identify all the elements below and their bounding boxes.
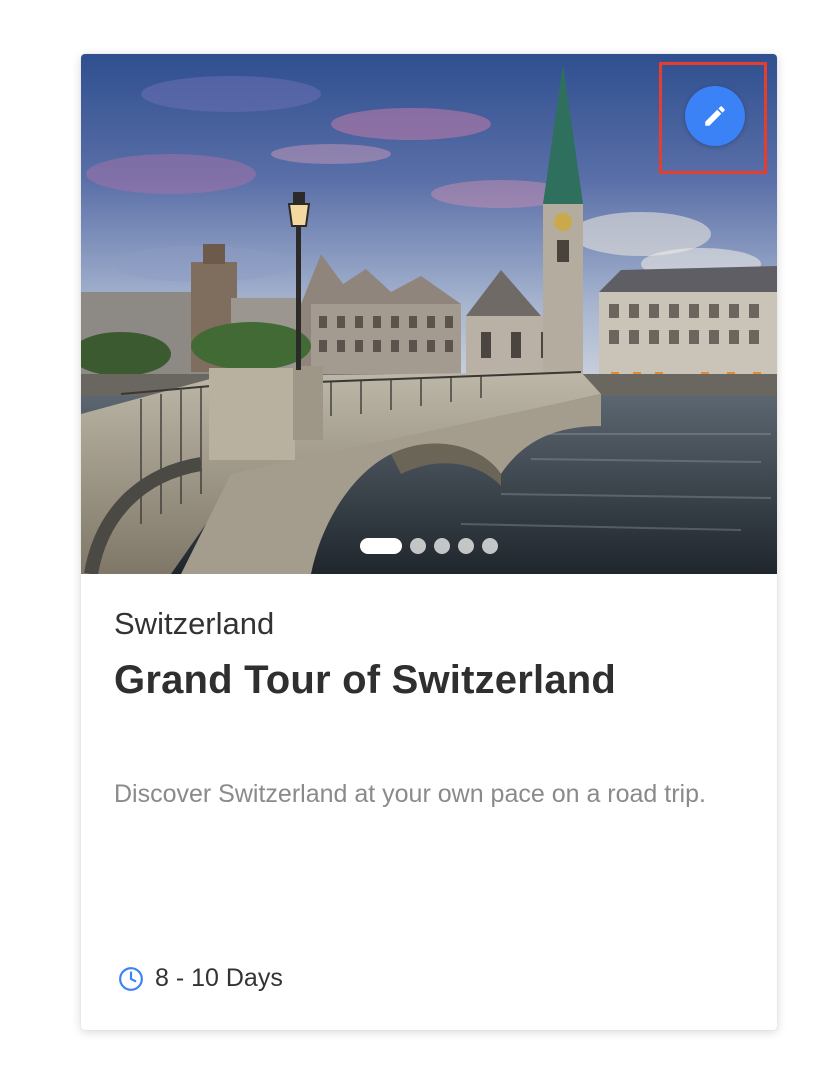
- pencil-icon: [705, 106, 725, 126]
- carousel-dot-2[interactable]: [410, 538, 426, 554]
- carousel-dot-1[interactable]: [360, 538, 402, 554]
- tour-card[interactable]: Switzerland Grand Tour of Switzerland Di…: [81, 54, 777, 1030]
- carousel-dot-5[interactable]: [482, 538, 498, 554]
- duration-label: 8 - 10 Days: [155, 964, 283, 992]
- carousel-dot-4[interactable]: [458, 538, 474, 554]
- tour-country: Switzerland: [114, 606, 275, 641]
- clock-icon: [119, 966, 143, 991]
- tour-image[interactable]: [81, 54, 777, 574]
- tour-title[interactable]: Grand Tour of Switzerland: [114, 658, 616, 703]
- tour-duration: 8 - 10 Days: [118, 964, 283, 993]
- edit-button[interactable]: [685, 86, 745, 146]
- tour-description: Discover Switzerland at your own pace on…: [114, 780, 706, 808]
- carousel-dot-3[interactable]: [434, 538, 450, 554]
- carousel-indicators: [360, 538, 498, 554]
